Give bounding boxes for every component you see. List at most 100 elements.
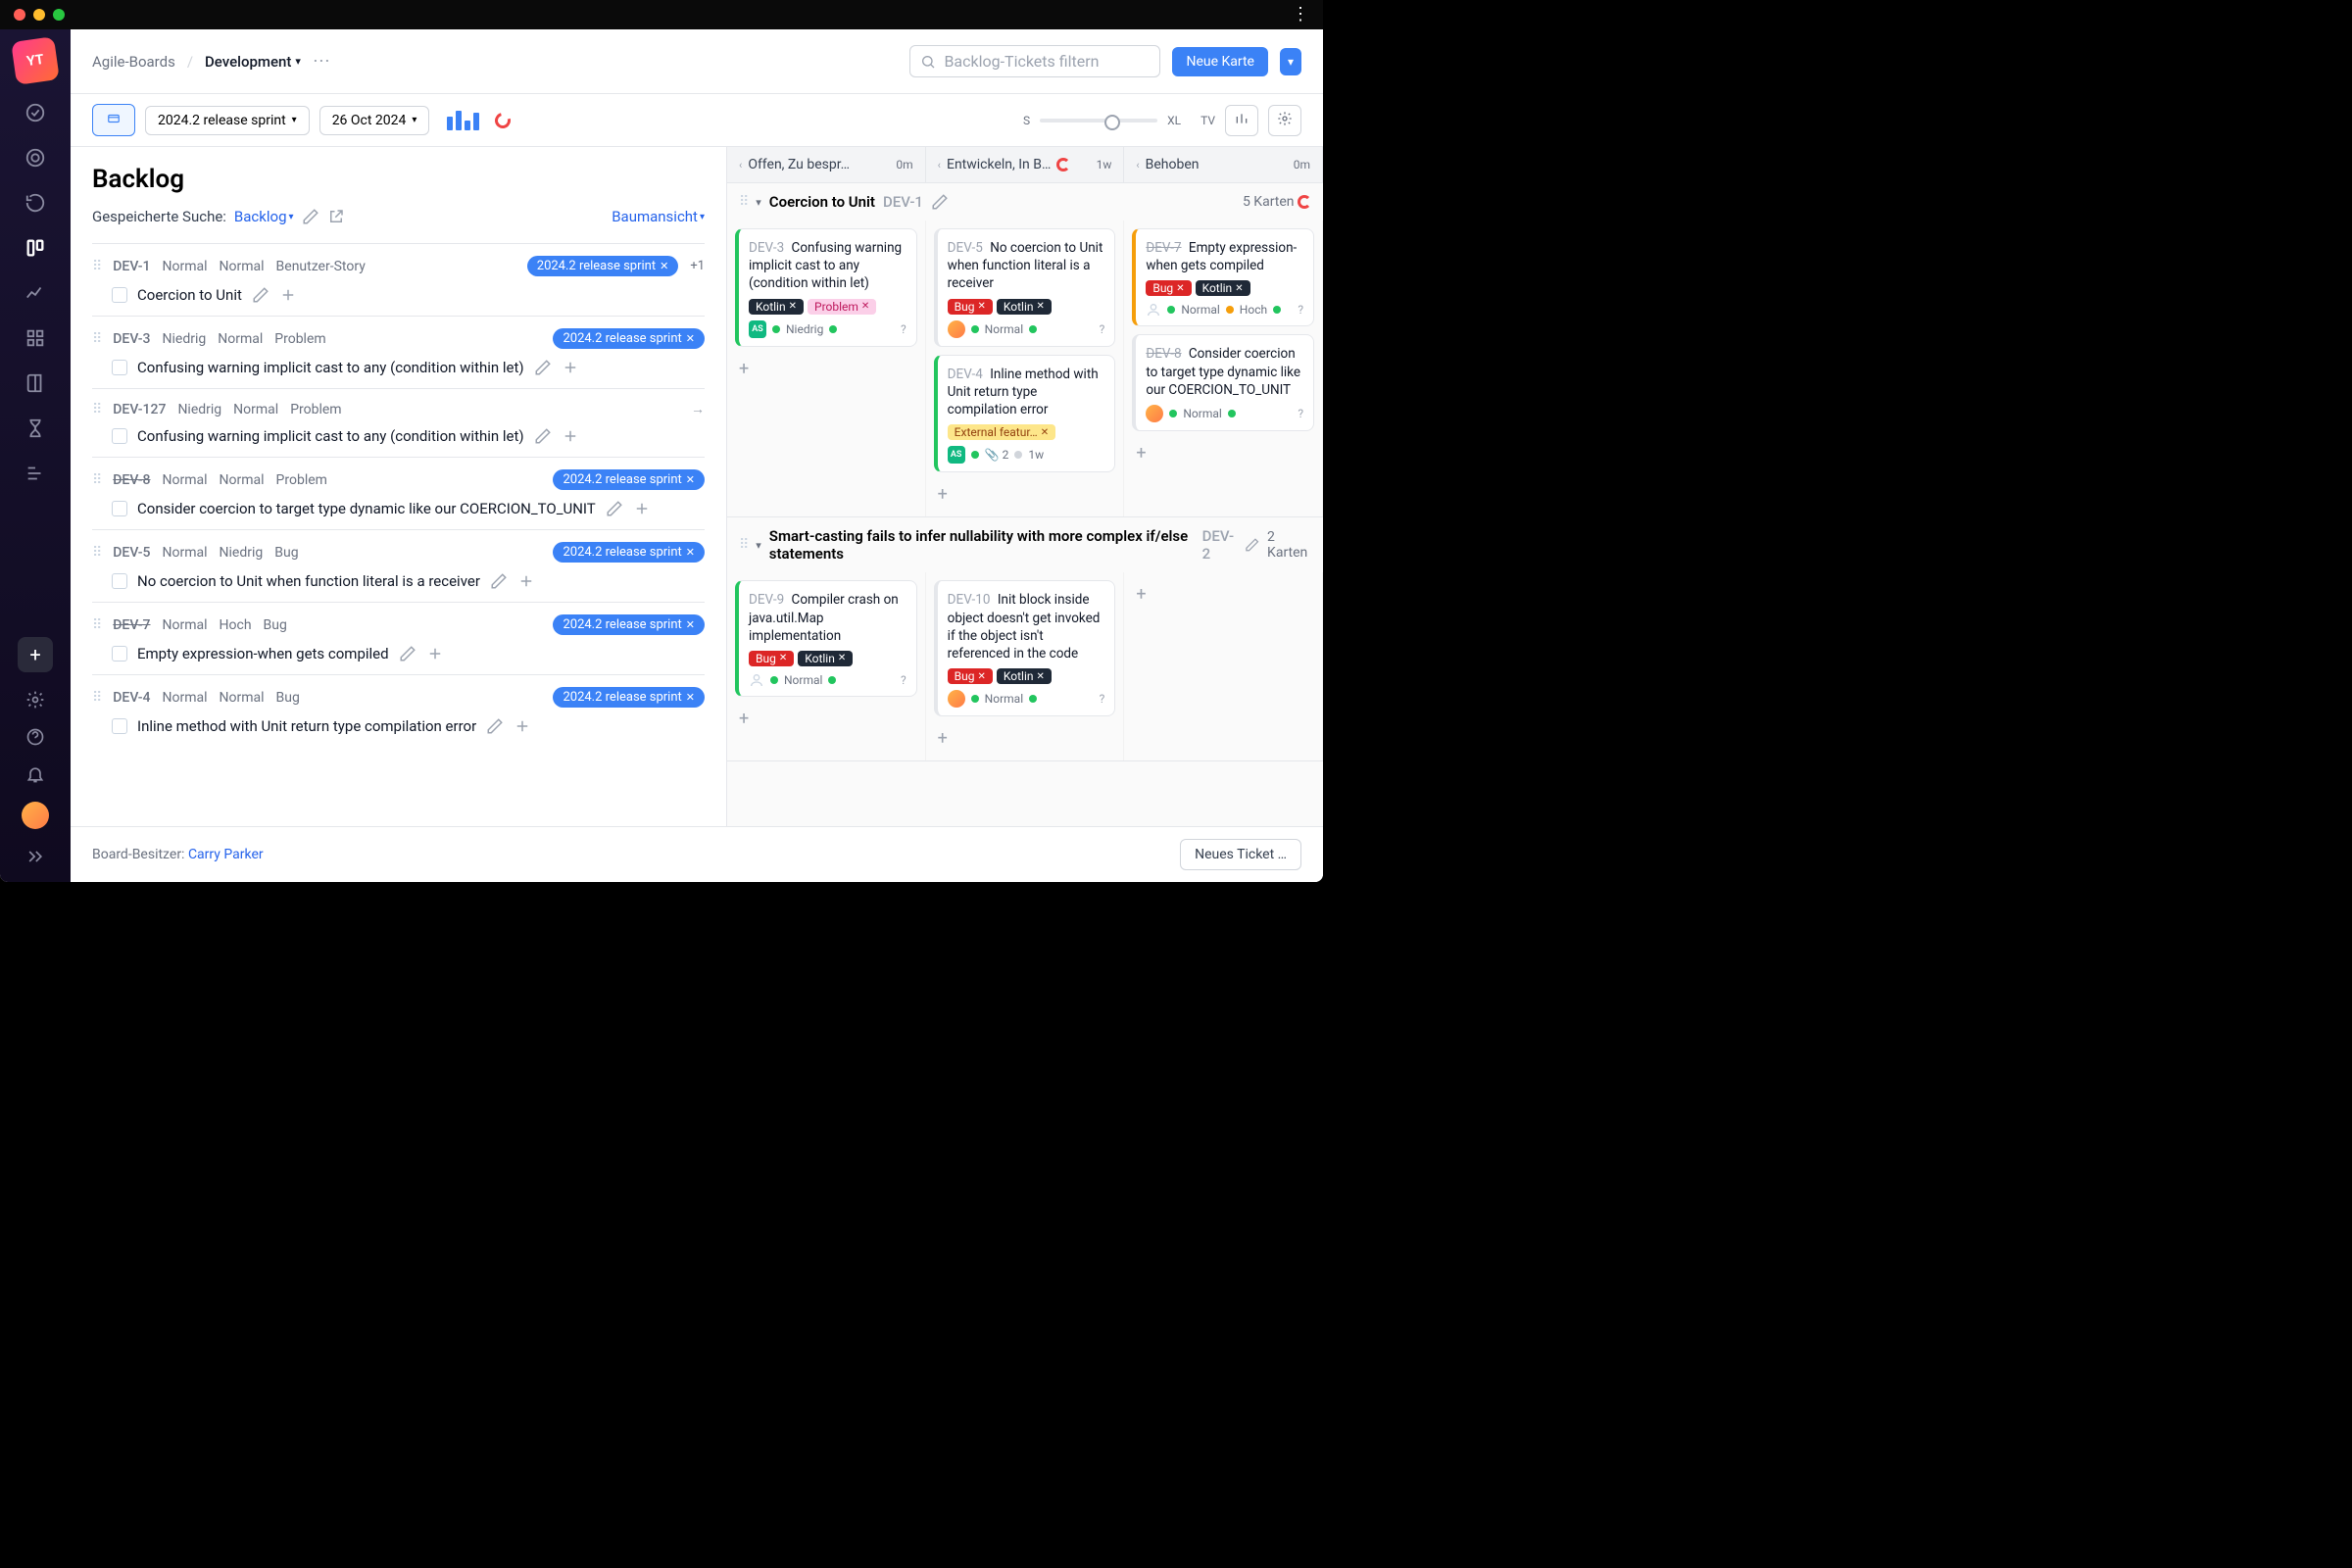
issue-card[interactable]: DEV-10 Init block inside object doesn't … [934, 580, 1116, 716]
add-icon[interactable] [562, 427, 579, 445]
unassigned-icon[interactable] [1146, 302, 1161, 318]
book-icon[interactable] [24, 372, 46, 394]
assignee-avatar[interactable]: AS [948, 446, 965, 464]
treeview-toggle[interactable]: Baumansicht ▾ [612, 208, 705, 225]
new-card-button[interactable]: Neue Karte [1172, 47, 1268, 76]
drag-handle[interactable]: ⠿ [92, 259, 101, 274]
issue-id[interactable]: DEV-8 [113, 472, 150, 488]
tag-bug[interactable]: Bug ✕ [948, 299, 993, 315]
edit-icon[interactable] [486, 717, 504, 735]
swimlane-id[interactable]: DEV-2 [1202, 527, 1237, 563]
user-avatar[interactable] [22, 802, 49, 829]
collapse-icon[interactable]: ▾ [756, 539, 761, 552]
checkbox[interactable] [112, 428, 127, 444]
column-header[interactable]: ‹Offen, Zu bespr…0m [727, 147, 926, 182]
add-card-button[interactable]: + [1132, 580, 1314, 609]
swimlane-title[interactable]: Coercion to Unit [769, 193, 875, 211]
more-tags[interactable]: +1 [690, 259, 705, 273]
issue-title[interactable]: Consider coercion to target type dynamic… [137, 500, 596, 517]
help-icon[interactable]: ? [1100, 322, 1105, 336]
new-ticket-button[interactable]: Neues Ticket … [1180, 839, 1301, 870]
board-icon[interactable] [24, 237, 46, 259]
issue-title[interactable]: Confusing warning implicit cast to any (… [137, 359, 524, 376]
grid-icon[interactable] [24, 327, 46, 349]
swimlane-title[interactable]: Smart-casting fails to infer nullability… [769, 527, 1195, 563]
reports-icon[interactable] [24, 282, 46, 304]
sprint-tag[interactable]: 2024.2 release sprint ✕ [553, 328, 705, 349]
minimize-window[interactable] [33, 9, 45, 21]
sprint-tag[interactable]: 2024.2 release sprint ✕ [553, 687, 705, 708]
add-icon[interactable] [633, 500, 651, 517]
chart-settings-icon[interactable] [1225, 105, 1258, 136]
new-card-dropdown[interactable]: ▾ [1280, 48, 1301, 75]
issue-title[interactable]: Coercion to Unit [137, 286, 242, 304]
saved-search-value[interactable]: Backlog ▾ [234, 208, 294, 225]
issue-id[interactable]: DEV-4 [113, 690, 150, 706]
checkbox[interactable] [112, 287, 127, 303]
column-header[interactable]: ‹Behoben0m [1124, 147, 1323, 182]
drag-handle[interactable]: ⠿ [92, 545, 101, 561]
chart-icon[interactable] [447, 111, 479, 130]
tag-ext[interactable]: External featur… ✕ [948, 424, 1055, 440]
help-icon[interactable]: ? [901, 322, 906, 336]
drag-handle[interactable]: ⠿ [92, 402, 101, 417]
tag-problem[interactable]: Problem ✕ [808, 299, 876, 315]
tag-kotlin[interactable]: Kotlin ✕ [997, 668, 1052, 684]
assignee-avatar[interactable] [948, 320, 965, 338]
collapse-icon[interactable] [25, 847, 45, 866]
drag-handle[interactable]: ⠿ [92, 617, 101, 633]
issue-card[interactable]: DEV-9 Compiler crash on java.util.Map im… [735, 580, 917, 697]
date-selector[interactable]: 26 Oct 2024▾ [319, 106, 430, 135]
issue-id[interactable]: DEV-127 [113, 402, 166, 417]
checkmark-icon[interactable] [24, 102, 46, 123]
edit-icon[interactable] [931, 193, 949, 211]
issue-id[interactable]: DEV-5 [113, 545, 150, 561]
issue-title[interactable]: Empty expression-when gets compiled [137, 645, 389, 662]
help-icon[interactable]: ? [1100, 692, 1105, 706]
help-icon[interactable] [25, 727, 45, 747]
drag-handle[interactable]: ⠿ [92, 690, 101, 706]
settings-icon[interactable] [1268, 105, 1301, 136]
issue-id[interactable]: DEV-7 [113, 617, 150, 633]
tag-kotlin[interactable]: Kotlin ✕ [798, 651, 853, 666]
add-icon[interactable] [517, 572, 535, 590]
close-window[interactable] [14, 9, 25, 21]
tag-kotlin[interactable]: Kotlin ✕ [749, 299, 804, 315]
backlog-toggle-icon[interactable] [92, 104, 135, 136]
collapse-icon[interactable]: ▾ [756, 196, 761, 209]
add-card-button[interactable]: + [735, 705, 917, 733]
assignee-avatar[interactable]: AS [749, 320, 766, 338]
edit-icon[interactable] [399, 645, 416, 662]
unassigned-icon[interactable] [749, 672, 764, 688]
breadcrumb-parent[interactable]: Agile-Boards [92, 53, 175, 71]
add-icon[interactable] [514, 717, 531, 735]
hourglass-icon[interactable] [24, 417, 46, 439]
history-icon[interactable] [24, 192, 46, 214]
tag-bug[interactable]: Bug ✕ [1146, 280, 1191, 296]
issue-card[interactable]: DEV-3 Confusing warning implicit cast to… [735, 228, 917, 347]
checkbox[interactable] [112, 501, 127, 516]
sprint-selector[interactable]: 2024.2 release sprint▾ [145, 106, 310, 135]
checkbox[interactable] [112, 573, 127, 589]
add-card-button[interactable]: + [934, 724, 1116, 753]
sprint-tag[interactable]: 2024.2 release sprint ✕ [553, 469, 705, 490]
add-card-button[interactable]: + [1132, 439, 1314, 467]
issue-card[interactable]: DEV-7 Empty expression-when gets compile… [1132, 228, 1314, 326]
size-tv-label[interactable]: TV [1200, 114, 1215, 127]
external-icon[interactable] [327, 208, 345, 225]
create-button[interactable]: + [18, 637, 53, 672]
bell-icon[interactable] [25, 764, 45, 784]
add-icon[interactable] [562, 359, 579, 376]
issue-card[interactable]: DEV-8 Consider coercion to target type d… [1132, 334, 1314, 431]
pie-icon[interactable] [492, 110, 514, 131]
edit-icon[interactable] [1245, 536, 1259, 554]
app-logo[interactable]: YT [11, 36, 60, 85]
edit-icon[interactable] [534, 359, 552, 376]
help-icon[interactable]: ? [1298, 303, 1303, 317]
issue-id[interactable]: DEV-1 [113, 259, 150, 274]
tag-bug[interactable]: Bug ✕ [948, 668, 993, 684]
assignee-avatar[interactable] [948, 690, 965, 708]
add-card-button[interactable]: + [934, 480, 1116, 509]
maximize-window[interactable] [53, 9, 65, 21]
issue-id[interactable]: DEV-3 [113, 331, 150, 347]
